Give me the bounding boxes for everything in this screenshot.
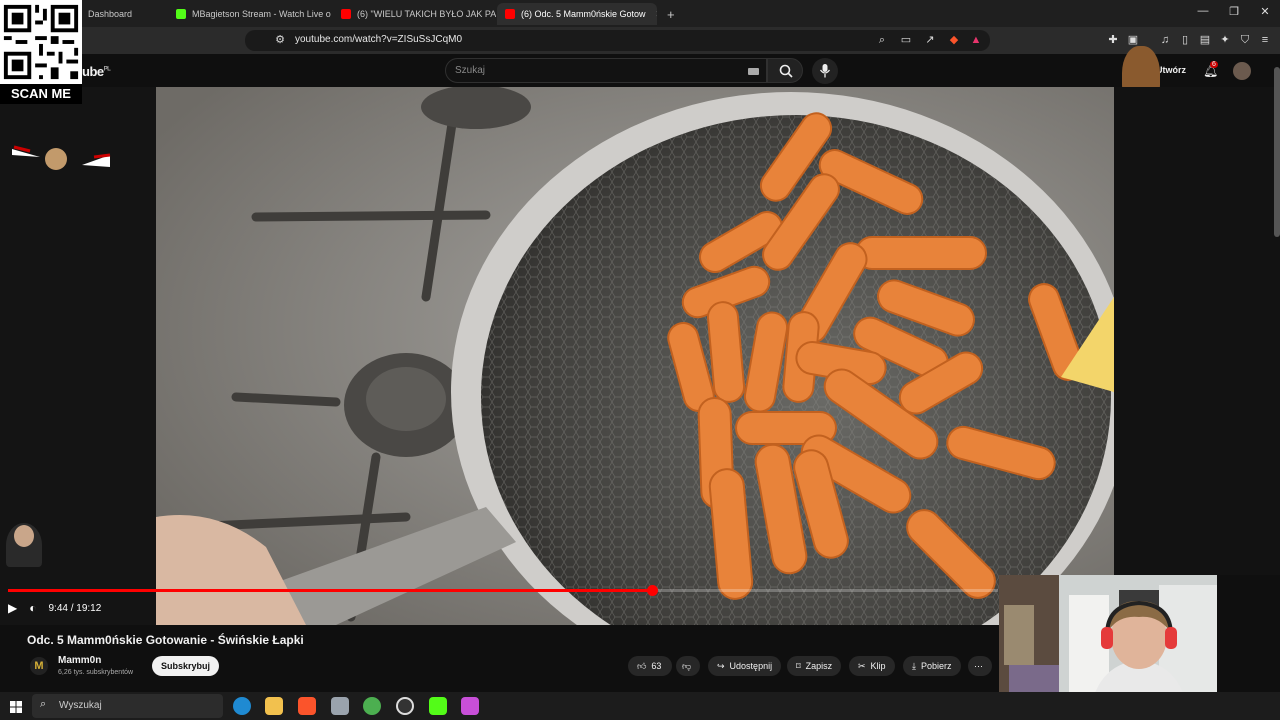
chrome-icon[interactable] xyxy=(363,697,381,715)
search-icon xyxy=(779,64,793,78)
search-icon: ⌕ xyxy=(40,698,47,710)
youtube-icon xyxy=(341,9,351,19)
youtube-logo[interactable]: ubePL xyxy=(82,64,111,79)
app-icon[interactable] xyxy=(331,697,349,715)
app-icon-2[interactable] xyxy=(461,697,479,715)
close-tab-icon[interactable]: ✕ xyxy=(656,9,657,20)
zoom-icon[interactable]: ⌕ xyxy=(875,33,889,47)
url-text[interactable]: youtube.com/watch?v=ZISuSsJCqM0 xyxy=(295,34,462,45)
create-button[interactable]: Utwórz xyxy=(1156,65,1186,75)
play-icon[interactable]: ▶ xyxy=(8,601,17,615)
more-actions-button[interactable]: ⋯ xyxy=(968,656,992,676)
voice-search-button[interactable] xyxy=(812,58,838,84)
channel-avatar[interactable]: M xyxy=(30,657,48,675)
more-icon: ⋯ xyxy=(974,660,983,671)
left-overlay-area xyxy=(0,87,156,625)
screenshot-icon[interactable]: ▣ xyxy=(1126,33,1140,47)
share-page-icon[interactable]: ↗ xyxy=(923,33,937,47)
minimize-button[interactable]: — xyxy=(1188,5,1218,17)
address-bar-row: ⌑ ⚙ youtube.com/watch?v=ZISuSsJCqM0 ⌕ ▭ … xyxy=(0,27,1280,54)
share-icon: ↪ xyxy=(717,660,725,671)
media-icon[interactable]: ♫ xyxy=(1158,33,1172,47)
scissors-icon: ✂ xyxy=(858,660,866,671)
thumbs-up-icon: 👍︎ xyxy=(637,660,647,671)
obs-icon[interactable] xyxy=(396,697,414,715)
wallet-icon[interactable]: ▤ xyxy=(1198,33,1212,47)
avatar[interactable] xyxy=(1233,62,1251,80)
bookmark-save-icon: ⌑ xyxy=(796,660,801,671)
volume-icon[interactable]: ◐ xyxy=(29,601,36,615)
kick-icon xyxy=(176,9,186,19)
youtube-icon xyxy=(505,9,515,19)
edge-icon[interactable] xyxy=(233,697,251,715)
close-window-button[interactable]: ✕ xyxy=(1250,5,1280,18)
search-input[interactable]: Szukaj xyxy=(445,58,767,83)
windows-start-icon[interactable] xyxy=(10,700,22,713)
clip-button[interactable]: ✂ Klip xyxy=(849,656,895,676)
video-player[interactable] xyxy=(156,87,1114,625)
brave-shield-icon[interactable]: ◆ xyxy=(947,33,961,47)
video-frame xyxy=(156,87,1114,625)
thumbs-down-icon: 👎︎ xyxy=(682,660,692,671)
progress-fill xyxy=(8,589,652,592)
youtube-header: ubePL Szukaj Utwórz 🔔︎ 6 xyxy=(0,46,1280,106)
player-controls: ▶ ◐ 9:44 / 19:12 xyxy=(8,598,101,618)
download-icon: ⤓ xyxy=(912,660,916,671)
like-button[interactable]: 👍︎ 63 xyxy=(628,656,672,676)
progress-bar[interactable] xyxy=(8,585,998,596)
channel-name[interactable]: Mamm0n xyxy=(58,655,101,666)
subscriber-count: 6,26 tys. subskrybentów xyxy=(58,669,134,676)
leo-ai-icon[interactable]: ✦ xyxy=(1218,33,1232,47)
notifications-button[interactable]: 🔔︎ 6 xyxy=(1201,61,1218,79)
file-explorer-icon[interactable] xyxy=(265,697,283,715)
brave-rewards-icon[interactable]: ▲ xyxy=(969,33,983,47)
cast-icon[interactable]: ▭ xyxy=(899,33,913,47)
notification-badge: 6 xyxy=(1210,61,1218,68)
qr-code-overlay: SCAN ME xyxy=(0,0,82,104)
browser-tab-bar: Dashboard MBagietson Stream - Watch Live… xyxy=(0,0,1280,27)
download-button[interactable]: ⤓ Pobierz xyxy=(903,656,961,676)
microphone-icon xyxy=(819,64,831,78)
new-tab-button[interactable]: + xyxy=(659,3,679,25)
dislike-button[interactable]: 👎︎ xyxy=(676,656,700,676)
keyboard-icon[interactable] xyxy=(748,68,759,75)
save-button[interactable]: ⌑ Zapisz xyxy=(787,656,842,676)
windows-taskbar: ⌕ Wyszukaj xyxy=(0,692,1280,720)
progress-scrubber[interactable] xyxy=(646,585,658,596)
qr-code-icon xyxy=(0,1,82,83)
taskbar-search[interactable]: ⌕ Wyszukaj xyxy=(32,694,223,718)
page-scrollbar[interactable] xyxy=(1274,67,1280,237)
right-sidebar xyxy=(1114,67,1280,575)
site-settings-icon[interactable]: ⚙ xyxy=(273,33,287,47)
streamer-sticker xyxy=(6,523,42,567)
search-button[interactable] xyxy=(767,58,803,83)
video-title: Odc. 5 Mamm0ńskie Gotowanie - Świńskie Ł… xyxy=(27,633,304,647)
subscribe-button[interactable]: Subskrybuj xyxy=(152,656,220,676)
scan-me-label: SCAN ME xyxy=(0,84,82,104)
extensions-icon[interactable]: ✚ xyxy=(1106,33,1120,47)
kick-app-icon[interactable] xyxy=(429,697,447,715)
sidebar-icon[interactable]: ▯ xyxy=(1178,33,1192,47)
hamster-sticker xyxy=(12,145,112,175)
tab-kick-stream[interactable]: MBagietson Stream - Watch Live on xyxy=(168,3,331,25)
tab-dashboard[interactable]: Dashboard xyxy=(80,3,168,25)
url-box[interactable]: ⚙ youtube.com/watch?v=ZISuSsJCqM0 ⌕ ▭ ↗ … xyxy=(245,30,990,51)
tab-youtube-active[interactable]: (6) Odc. 5 Mamm0ńskie Gotow ✕ xyxy=(497,3,657,25)
time-display: 9:44 / 19:12 xyxy=(48,602,102,614)
menu-icon[interactable]: ≡ xyxy=(1258,33,1272,47)
restore-button[interactable]: ❐ xyxy=(1219,5,1249,18)
vpn-icon[interactable]: ⛉ xyxy=(1238,33,1252,47)
tab-youtube-1[interactable]: (6) "WIELU TAKICH BYŁO JAK PAN I N xyxy=(333,3,496,25)
share-button[interactable]: ↪ Udostępnij xyxy=(708,656,782,676)
brave-icon[interactable] xyxy=(298,697,316,715)
